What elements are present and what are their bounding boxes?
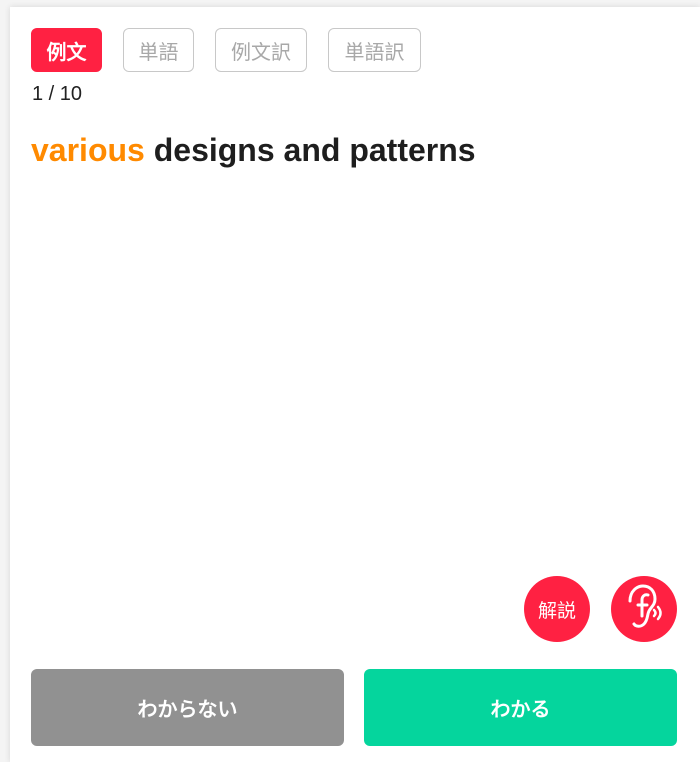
progress-counter: 1 / 10 [32,83,83,105]
flashcard: 例文 単語 例文訳 単語訳 1 / 10 various designs and… [10,7,700,762]
tab-word[interactable]: 単語 [123,28,194,72]
sentence-rest: designs and patterns [144,132,476,168]
dont-know-button[interactable]: わからない [31,669,344,746]
ear-sound-icon [622,583,666,635]
know-button[interactable]: わかる [364,669,677,746]
example-sentence: various designs and patterns [31,132,476,169]
highlighted-word: various [31,132,145,168]
explain-button[interactable]: 解説 [524,576,590,642]
tab-word-translation[interactable]: 単語訳 [328,28,421,72]
explain-label: 解説 [537,599,576,622]
dont-know-label: わからない [137,697,238,721]
know-label: わかる [490,697,551,721]
tab-example-sentence[interactable]: 例文 [31,28,102,72]
mode-tabs: 例文 単語 例文訳 単語訳 [31,28,421,72]
audio-button[interactable] [611,576,677,642]
tab-sentence-translation[interactable]: 例文訳 [215,28,307,72]
